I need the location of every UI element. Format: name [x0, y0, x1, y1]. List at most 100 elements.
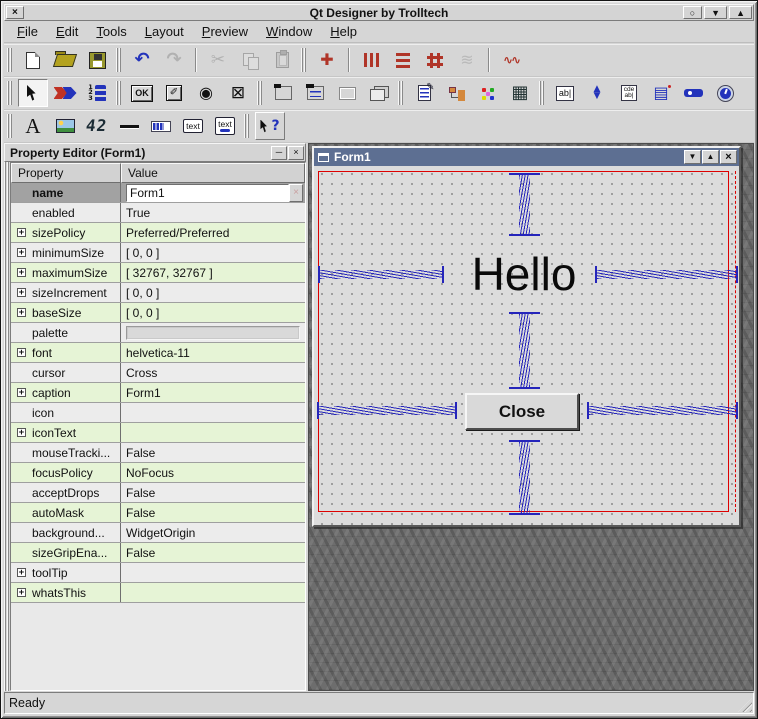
- lineedit-tool-button[interactable]: ab|: [550, 79, 580, 107]
- form1-close-button[interactable]: ×: [720, 150, 737, 164]
- expand-icon[interactable]: +: [17, 268, 26, 277]
- toolbar-handle[interactable]: [539, 81, 545, 105]
- iconview-tool-button[interactable]: [473, 79, 503, 107]
- layout-split-button[interactable]: ≋: [452, 46, 482, 74]
- horizontal-spacer[interactable]: [318, 270, 444, 279]
- property-row-toolTip[interactable]: +toolTip: [11, 563, 305, 583]
- toolbar-handle[interactable]: [116, 48, 122, 72]
- menu-window[interactable]: Window: [257, 21, 321, 42]
- pixmaplabel-tool-button[interactable]: [50, 112, 80, 140]
- toolbutton-tool-button[interactable]: ✐: [159, 79, 189, 107]
- property-row-icon[interactable]: icon: [11, 403, 305, 423]
- toolbar-handle[interactable]: [257, 81, 263, 105]
- radiobutton-tool-button[interactable]: ◉: [191, 79, 221, 107]
- palette-swatch[interactable]: [126, 326, 300, 340]
- expand-icon[interactable]: +: [17, 348, 26, 357]
- vertical-spacer[interactable]: [519, 173, 530, 236]
- paste-button[interactable]: [267, 46, 297, 74]
- property-value-edit[interactable]: [126, 184, 289, 202]
- expand-icon[interactable]: +: [17, 428, 26, 437]
- property-row-palette[interactable]: palette: [11, 323, 305, 343]
- property-row-enabled[interactable]: enabledTrue: [11, 203, 305, 223]
- lcdnumber-tool-button[interactable]: 42: [82, 112, 112, 140]
- layout-grid-button[interactable]: [420, 46, 450, 74]
- menu-file[interactable]: File: [8, 21, 47, 42]
- window-lower-button[interactable]: ▼: [704, 6, 727, 19]
- property-row-baseSize[interactable]: +baseSize[ 0, 0 ]: [11, 303, 305, 323]
- undo-button[interactable]: ↶: [127, 46, 157, 74]
- window-shade-button[interactable]: ○: [683, 6, 702, 19]
- toolbar-handle[interactable]: [7, 81, 13, 105]
- new-file-button[interactable]: [18, 46, 48, 74]
- horizontal-spacer[interactable]: [317, 406, 457, 415]
- layout-horizontal-button[interactable]: [356, 46, 386, 74]
- menu-preview[interactable]: Preview: [193, 21, 257, 42]
- column-header-value[interactable]: Value: [121, 163, 305, 183]
- horizontal-spacer[interactable]: [587, 406, 738, 415]
- expand-icon[interactable]: +: [17, 288, 26, 297]
- property-editor-close-button[interactable]: ×: [288, 146, 304, 160]
- column-header-property[interactable]: Property: [11, 163, 121, 183]
- reset-property-button[interactable]: ×: [289, 184, 303, 202]
- property-editor-titlebar[interactable]: Property Editor (Form1) ─ ×: [4, 143, 306, 162]
- frame-tool-button[interactable]: [332, 79, 362, 107]
- property-row-sizeIncrement[interactable]: +sizeIncrement[ 0, 0 ]: [11, 283, 305, 303]
- spinbox-tool-button[interactable]: ▲ ▼: [582, 79, 612, 107]
- copy-button[interactable]: [235, 46, 265, 74]
- toolbar-handle[interactable]: [244, 114, 250, 138]
- hello-label[interactable]: Hello: [457, 248, 591, 300]
- table-tool-button[interactable]: ▦: [505, 79, 535, 107]
- connect-signals-button[interactable]: [50, 79, 80, 107]
- window-raise-button[interactable]: ▲: [729, 6, 752, 19]
- menu-layout[interactable]: Layout: [136, 21, 193, 42]
- textview-tool-button[interactable]: text: [178, 112, 208, 140]
- expand-icon[interactable]: +: [17, 588, 26, 597]
- break-layout-button[interactable]: ∿∿: [496, 46, 526, 74]
- menu-tools[interactable]: Tools: [87, 21, 135, 42]
- property-row-whatsThis[interactable]: +whatsThis: [11, 583, 305, 603]
- property-row-minimumSize[interactable]: +minimumSize[ 0, 0 ]: [11, 243, 305, 263]
- pushbutton-tool-button[interactable]: OK: [127, 79, 157, 107]
- property-row-cursor[interactable]: cursorCross: [11, 363, 305, 383]
- horizontal-spacer[interactable]: [595, 270, 738, 279]
- whatsthis-button[interactable]: ?: [255, 112, 285, 140]
- dial-tool-button[interactable]: [710, 79, 740, 107]
- expand-icon[interactable]: +: [17, 388, 26, 397]
- expand-icon[interactable]: +: [17, 228, 26, 237]
- property-row-maximumSize[interactable]: +maximumSize[ 32767, 32767 ]: [11, 263, 305, 283]
- property-row-font[interactable]: +fonthelvetica-11: [11, 343, 305, 363]
- expand-icon[interactable]: +: [17, 308, 26, 317]
- textlabel-tool-button[interactable]: A: [18, 112, 48, 140]
- menu-edit[interactable]: Edit: [47, 21, 87, 42]
- vertical-spacer[interactable]: [519, 440, 530, 515]
- window-close-button[interactable]: ×: [6, 6, 24, 19]
- toolbar-handle[interactable]: [7, 114, 13, 138]
- toolbar-handle[interactable]: [301, 48, 307, 72]
- combobox-tool-button[interactable]: cde ab|: [614, 79, 644, 107]
- menu-help[interactable]: Help: [321, 21, 366, 42]
- property-row-name[interactable]: name×: [11, 183, 305, 203]
- property-editor-minimize-button[interactable]: ─: [271, 146, 287, 160]
- property-row-mouseTracki[interactable]: mouseTracki...False: [11, 443, 305, 463]
- slider-tool-button[interactable]: [678, 79, 708, 107]
- form1-window[interactable]: Form1 ▼ ▲ × Hello: [312, 146, 741, 527]
- form1-titlebar[interactable]: Form1 ▼ ▲ ×: [314, 148, 739, 166]
- property-row-background[interactable]: background...WidgetOrigin: [11, 523, 305, 543]
- form1-canvas[interactable]: Hello Close: [314, 166, 739, 525]
- vertical-spacer[interactable]: [519, 312, 530, 389]
- listview-tool-button[interactable]: [441, 79, 471, 107]
- textedit-tool-button[interactable]: ▤: [646, 79, 676, 107]
- property-row-sizePolicy[interactable]: +sizePolicyPreferred/Preferred: [11, 223, 305, 243]
- pointer-button[interactable]: [18, 79, 48, 107]
- tab-order-button[interactable]: 1 2 3: [82, 79, 112, 107]
- form1-maximize-button[interactable]: ▲: [702, 150, 719, 164]
- save-button[interactable]: [82, 46, 112, 74]
- resize-grip[interactable]: [738, 698, 752, 712]
- expand-icon[interactable]: +: [17, 568, 26, 577]
- buttongroup-tool-button[interactable]: [300, 79, 330, 107]
- close-button-widget[interactable]: Close: [465, 393, 579, 430]
- property-row-caption[interactable]: +captionForm1: [11, 383, 305, 403]
- form1-minimize-button[interactable]: ▼: [684, 150, 701, 164]
- toolbar-handle[interactable]: [116, 81, 122, 105]
- expand-icon[interactable]: +: [17, 248, 26, 257]
